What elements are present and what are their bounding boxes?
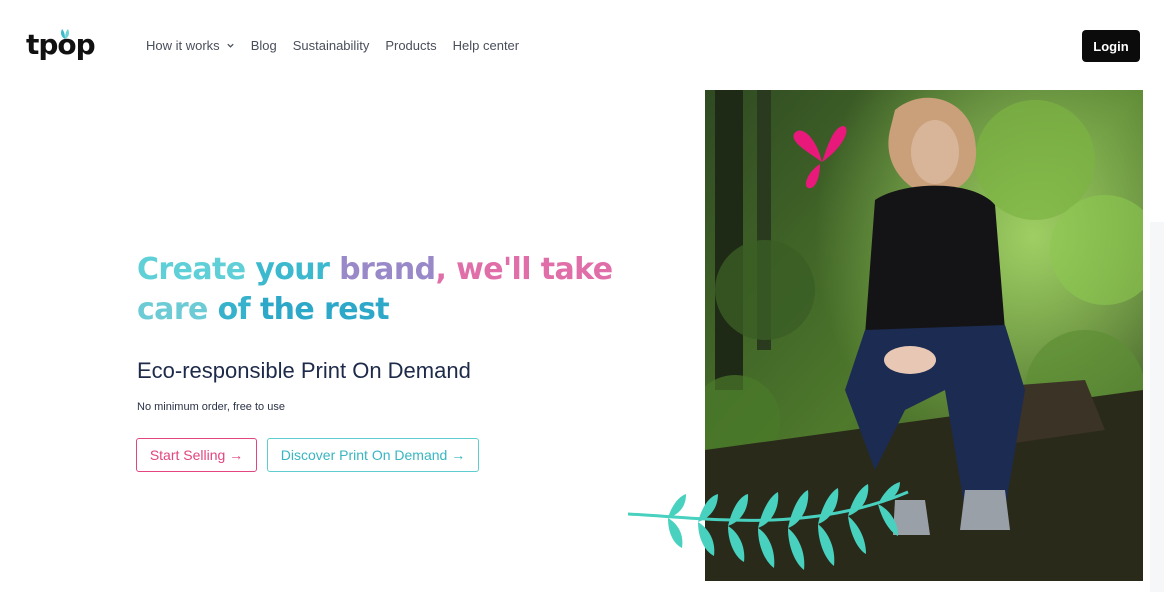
leaf-icon	[61, 29, 69, 39]
nav-item-products[interactable]: Products	[385, 38, 436, 53]
nav-item-how-it-works[interactable]: How it works	[146, 38, 235, 53]
brand-logo[interactable]: tpop	[26, 28, 102, 66]
hero-title-part: your	[255, 252, 340, 287]
butterfly-icon	[793, 126, 847, 189]
hero-title-part: , we'll take	[435, 252, 613, 287]
discover-pod-button[interactable]: Discover Print On Demand →	[267, 438, 479, 472]
nav-item-label: Products	[385, 38, 437, 53]
hero-title-part: the rest	[259, 292, 390, 327]
hero-note: No minimum order, free to use	[137, 401, 285, 413]
login-button[interactable]: Login	[1082, 30, 1140, 62]
main-nav: How it works Blog Sustainability Product…	[146, 38, 519, 53]
chevron-down-icon	[227, 43, 234, 48]
hero-title-part: brand	[339, 252, 436, 287]
fern-leaf-icon	[628, 482, 909, 570]
nav-item-blog[interactable]: Blog	[251, 38, 277, 53]
nav-item-sustainability[interactable]: Sustainability	[293, 38, 370, 53]
start-selling-button[interactable]: Start Selling →	[136, 438, 257, 472]
hero-title-part: of	[217, 292, 260, 327]
nav-item-label: Blog	[250, 38, 277, 53]
nav-item-help-center[interactable]: Help center	[453, 38, 519, 53]
nav-item-label: Help center	[452, 38, 520, 53]
hero-title-part: Create	[137, 252, 256, 287]
page-edge-strip	[1150, 222, 1164, 592]
hero-title: Create your brand, we'll take care of the…	[137, 250, 617, 330]
hero-subtitle: Eco-responsible Print On Demand	[137, 358, 471, 383]
hero-title-part: care	[137, 292, 218, 327]
nav-item-label: Sustainability	[292, 38, 370, 53]
nav-item-label: How it works	[146, 38, 220, 53]
